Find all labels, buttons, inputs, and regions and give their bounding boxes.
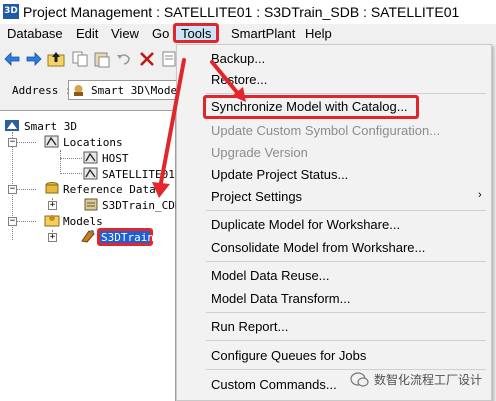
app-icon: 3D	[3, 4, 19, 19]
wechat-icon	[350, 371, 370, 392]
menu-item-update-symbol: Update Custom Symbol Configuration...	[211, 123, 441, 138]
locations-icon	[44, 134, 60, 149]
address-value: Smart 3D\Model	[91, 84, 180, 97]
menu-database[interactable]: Database	[7, 26, 63, 41]
menu-help[interactable]: Help	[305, 26, 332, 41]
models-icon	[44, 213, 60, 228]
tree-node-smart3d[interactable]: Smart 3D	[24, 120, 77, 133]
menu-separator	[206, 261, 486, 262]
copy-icon[interactable]	[70, 49, 90, 69]
menu-item-backup[interactable]: Backup...	[211, 51, 265, 66]
catalog-icon	[83, 197, 99, 212]
tree-node-reference-data[interactable]: Reference Data	[63, 183, 156, 196]
window-title: Project Management : SATELLITE01 : S3DTr…	[23, 4, 460, 20]
menu-item-project-settings[interactable]: Project Settings	[211, 189, 302, 204]
menu-separator	[206, 369, 486, 370]
menu-edit[interactable]: Edit	[76, 26, 98, 41]
menu-item-consolidate[interactable]: Consolidate Model from Workshare...	[211, 240, 425, 255]
menu-tools[interactable]: Tools	[181, 26, 211, 41]
expander-catalog[interactable]: +	[48, 201, 57, 210]
menu-item-run-report[interactable]: Run Report...	[211, 319, 288, 334]
expander-models[interactable]: −	[8, 217, 17, 226]
menu-go[interactable]: Go	[152, 26, 169, 41]
address-label: Address :	[12, 84, 72, 97]
model-icon	[80, 228, 96, 243]
forward-icon[interactable]	[24, 49, 44, 69]
submenu-arrow-icon: ›	[478, 189, 482, 201]
menu-separator	[206, 210, 486, 211]
undo-icon[interactable]	[114, 49, 134, 69]
satellite-icon	[83, 166, 99, 181]
tree-node-catalog[interactable]: S3DTrain_CDB	[102, 199, 181, 212]
menu-item-restore[interactable]: Restore...	[211, 72, 267, 87]
watermark-text: 数智化流程工厂设计	[374, 373, 483, 387]
menu-view[interactable]: View	[111, 26, 139, 41]
expander-locations[interactable]: −	[8, 138, 17, 147]
up-folder-icon[interactable]	[46, 49, 66, 69]
host-icon	[83, 150, 99, 165]
smart3d-root-icon	[4, 118, 20, 133]
menu-item-synchronize[interactable]: Synchronize Model with Catalog...	[211, 99, 408, 114]
tree-guide-line	[60, 173, 82, 174]
menu-separator	[206, 340, 486, 341]
hand-database-icon	[72, 84, 85, 97]
address-field[interactable]: Smart 3D\Model	[68, 80, 180, 100]
tree-node-models[interactable]: Models	[63, 215, 103, 228]
menu-item-model-data-transform[interactable]: Model Data Transform...	[211, 291, 350, 306]
menu-item-duplicate[interactable]: Duplicate Model for Workshare...	[211, 217, 400, 232]
tree-guide-line	[60, 150, 61, 174]
paste-icon[interactable]	[92, 49, 112, 69]
watermark: 数智化流程工厂设计	[346, 371, 492, 389]
expander-model[interactable]: +	[48, 233, 57, 242]
menu-separator	[206, 93, 486, 94]
menu-separator	[206, 312, 486, 313]
tree-node-locations[interactable]: Locations	[63, 136, 123, 149]
menu-smartplant[interactable]: SmartPlant	[231, 26, 295, 41]
tree-node-s3dtrain[interactable]: S3DTrain	[101, 231, 154, 244]
menu-item-configure-queues[interactable]: Configure Queues for Jobs	[211, 348, 366, 363]
menu-item-custom-commands[interactable]: Custom Commands...	[211, 377, 337, 392]
tree-guide-line	[60, 158, 82, 159]
tree-node-satellite[interactable]: SATELLITE01	[102, 168, 175, 181]
reference-data-icon	[44, 181, 60, 196]
expander-reference-data[interactable]: −	[8, 185, 17, 194]
back-icon[interactable]	[2, 49, 22, 69]
tree-node-host[interactable]: HOST	[102, 152, 129, 165]
menu-item-model-data-reuse[interactable]: Model Data Reuse...	[211, 268, 330, 283]
menu-item-upgrade-version: Upgrade Version	[211, 145, 308, 160]
delete-icon[interactable]	[137, 49, 157, 69]
menu-item-update-status[interactable]: Update Project Status...	[211, 167, 348, 182]
